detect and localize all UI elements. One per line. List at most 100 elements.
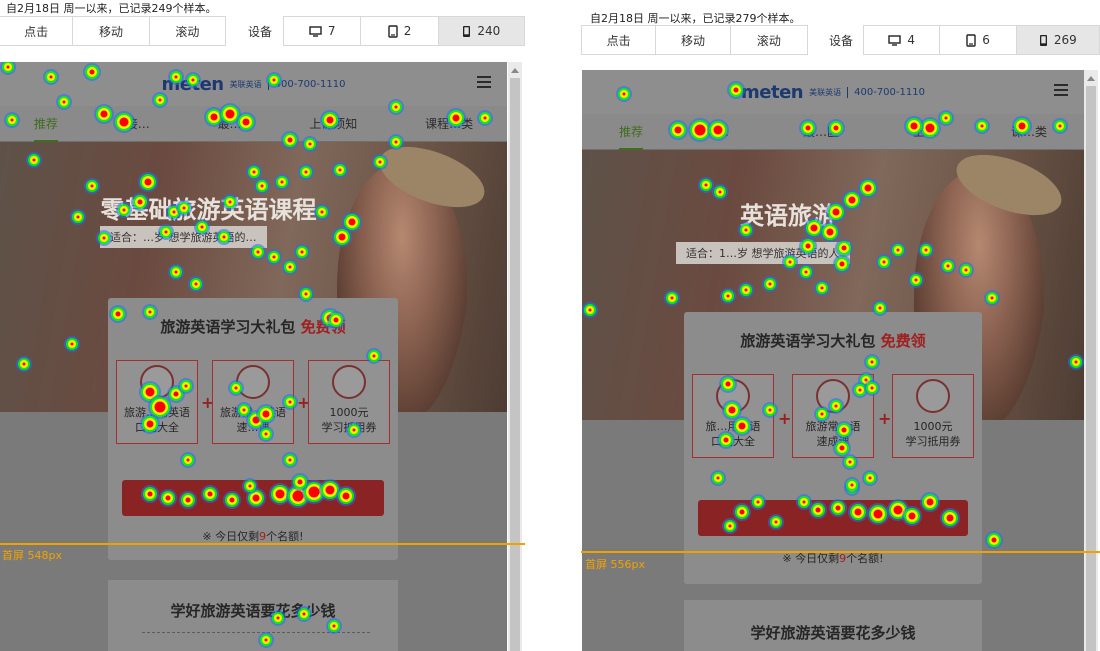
device-desktop-count: 4 xyxy=(907,33,915,47)
tab-move[interactable]: 移动 xyxy=(73,17,150,45)
nav-item-5[interactable]: 课…类 xyxy=(1011,123,1047,140)
desktop-icon xyxy=(888,34,902,46)
device-phone-tab[interactable]: 240 xyxy=(438,17,524,45)
gift-coupon-icon xyxy=(916,379,950,413)
claim-button[interactable] xyxy=(698,500,968,536)
device-tablet-tab[interactable]: 6 xyxy=(940,26,1017,54)
fold-label: 首屏 548px xyxy=(2,549,62,562)
gift-book-icon xyxy=(140,365,174,399)
device-label: 设备 xyxy=(248,25,273,39)
hero-subtitle: 适合：1…岁 想学旅游英语的人 xyxy=(676,242,850,264)
site-logo-sub: 美联英语 xyxy=(229,79,262,89)
free-tag: 免费领 xyxy=(300,318,346,336)
hero-subtitle: 适合：…岁 想学旅游英语的… xyxy=(100,226,267,248)
gift-item-1[interactable]: 旅游…用英语 口语大全 xyxy=(116,360,198,444)
site-nav: 推荐 接… 最… 上课须知 课程…类 xyxy=(0,106,507,142)
nav-item-3[interactable]: 最…区 xyxy=(803,123,839,140)
nav-item-2[interactable]: … xyxy=(717,125,729,139)
free-tag: 免费领 xyxy=(880,332,926,350)
plus-icon: + xyxy=(878,409,892,428)
nav-item-2[interactable]: 接… xyxy=(126,115,150,132)
claim-button[interactable] xyxy=(122,480,384,516)
gift-card-title: 旅游英语学习大礼包 免费领 xyxy=(740,332,926,350)
menu-icon[interactable] xyxy=(1054,84,1068,96)
device-tablet-tab[interactable]: 2 xyxy=(361,17,439,45)
gift-course-icon xyxy=(236,365,270,399)
nav-item-recommend[interactable]: 推荐 xyxy=(618,123,643,150)
desktop-icon xyxy=(309,25,322,37)
gift-card: 旅游英语学习大礼包 免费领 旅游…用英语 口语大全 + 旅游常…英语 速…课 + 1… xyxy=(108,298,398,560)
fold-label: 首屏 556px xyxy=(585,558,645,571)
hero-title: 英语旅游 xyxy=(740,201,836,230)
cost-section-title: 学好旅游英语要花多少钱 xyxy=(750,624,916,642)
gift-course-icon xyxy=(816,379,850,413)
site-header: meten 美联英语 400-700-1110 xyxy=(582,70,1084,114)
plus-icon: + xyxy=(778,409,792,428)
device-tablet-count: 2 xyxy=(403,24,412,38)
page-preview: meten 美联英语 400-700-1110 推荐 接… 最… 上课须知 课程… xyxy=(0,62,507,651)
tab-click[interactable]: 点击 xyxy=(582,26,657,54)
device-phone-tab[interactable]: 269 xyxy=(1016,26,1100,54)
device-desktop-tab[interactable]: 4 xyxy=(864,26,941,54)
site-phone: 400-700-1110 xyxy=(847,86,925,98)
scroll-thumb[interactable] xyxy=(1086,86,1096,651)
site-header: meten 美联英语 400-700-1110 xyxy=(0,62,507,106)
tab-click[interactable]: 点击 xyxy=(0,17,74,45)
device-desktop-tab[interactable]: 7 xyxy=(284,17,362,45)
site-nav: 推荐 … 最…区 上… 课…类 xyxy=(582,114,1084,150)
vertical-scrollbar[interactable] xyxy=(508,62,522,651)
fold-line xyxy=(0,543,525,545)
phone-icon xyxy=(1039,34,1048,47)
gift-item-1[interactable]: 旅…用英语 口语大全 xyxy=(692,374,774,458)
page-preview: meten 美联英语 400-700-1110 推荐 … 最…区 上… 课…类 … xyxy=(582,70,1084,651)
device-tablet-count: 6 xyxy=(982,33,990,47)
heat-spot xyxy=(985,531,1003,549)
sample-summary: 自2月18日 周一以来，已记录279个样本。 xyxy=(590,12,801,25)
tab-scroll[interactable]: 滚动 xyxy=(150,17,225,45)
cost-section-title: 学好旅游英语要花多少钱 xyxy=(170,602,336,620)
gift-card-title: 旅游英语学习大礼包 免费领 xyxy=(160,318,346,336)
device-tabs: 7 2 240 xyxy=(283,16,525,46)
tablet-icon xyxy=(966,33,976,47)
gift-item-3[interactable]: 1000元 学习抵用券 xyxy=(308,360,390,444)
gift-item-2[interactable]: 旅游常…语 速成课 xyxy=(792,374,874,458)
site-logo: meten xyxy=(741,81,804,103)
scroll-thumb[interactable] xyxy=(510,78,520,651)
tab-move[interactable]: 移动 xyxy=(656,26,731,54)
mode-tabs: 点击 移动 滚动 xyxy=(581,25,808,55)
gift-item-3[interactable]: 1000元 学习抵用券 xyxy=(892,374,974,458)
phone-icon xyxy=(462,25,471,38)
site-phone: 400-700-1110 xyxy=(267,78,345,90)
scroll-up-arrow-icon[interactable] xyxy=(511,68,519,73)
device-tabs: 4 6 269 xyxy=(863,25,1100,55)
sample-summary: 自2月18日 周一以来，已记录249个样本。 xyxy=(6,2,217,15)
fold-line xyxy=(581,551,1100,553)
menu-icon[interactable] xyxy=(477,76,491,88)
remaining-text: ※ 今日仅剩9个名额! xyxy=(202,530,304,543)
device-phone-count: 240 xyxy=(477,24,501,38)
cost-section: 学好旅游英语要花多少钱 xyxy=(108,580,398,651)
tablet-icon xyxy=(388,24,398,38)
nav-item-4[interactable]: 上课须知 xyxy=(309,115,357,132)
hero-title: 零基础旅游英语课程 xyxy=(100,195,317,224)
gift-item-2[interactable]: 旅游常…英语 速…课 xyxy=(212,360,294,444)
device-label: 设备 xyxy=(829,34,854,48)
nav-item-4[interactable]: 上… xyxy=(913,123,937,140)
tab-scroll[interactable]: 滚动 xyxy=(731,26,807,54)
gift-coupon-icon xyxy=(332,365,366,399)
nav-item-recommend[interactable]: 推荐 xyxy=(33,115,58,142)
gift-book-icon xyxy=(716,379,750,413)
site-logo: meten xyxy=(161,73,225,95)
device-phone-count: 269 xyxy=(1053,33,1077,47)
site-logo-sub: 美联英语 xyxy=(809,87,842,97)
mode-tabs: 点击 移动 滚动 xyxy=(0,16,226,46)
divider xyxy=(142,632,370,633)
nav-item-3[interactable]: 最… xyxy=(217,115,241,132)
nav-item-5[interactable]: 课程…类 xyxy=(425,115,473,132)
scroll-up-arrow-icon[interactable] xyxy=(1087,76,1095,81)
heatmap-panel-left: 自2月18日 周一以来，已记录249个样本。 点击 移动 滚动 设备 7 2 2… xyxy=(0,0,525,651)
heatmap-panel-right: 自2月18日 周一以来，已记录279个样本。 点击 移动 滚动 设备 4 6 2… xyxy=(581,0,1100,651)
vertical-scrollbar[interactable] xyxy=(1084,70,1098,651)
gift-card: 旅游英语学习大礼包 免费领 旅…用英语 口语大全 + 旅游常…语 速成课 + 100… xyxy=(684,312,982,584)
cost-section: 学好旅游英语要花多少钱 xyxy=(684,600,982,651)
